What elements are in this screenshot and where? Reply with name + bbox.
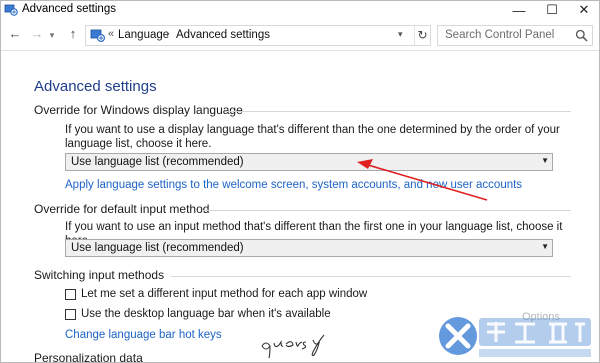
navigation-bar: ← → ▾ ↑ « Language › Advanced settings ▾… xyxy=(1,19,599,51)
minimize-button[interactable]: — xyxy=(504,1,534,19)
address-bar[interactable]: « Language › Advanced settings ▾ ↻ xyxy=(85,25,431,46)
language-bar-label[interactable]: Use the desktop language bar when it's a… xyxy=(81,308,331,320)
page-title: Advanced settings xyxy=(34,78,157,95)
section-divider xyxy=(171,276,571,277)
checkbox-unchecked[interactable] xyxy=(65,289,76,300)
recent-locations-dropdown[interactable]: ▾ xyxy=(47,30,57,48)
apply-language-settings-link[interactable]: Apply language settings to the welcome s… xyxy=(65,179,522,191)
handwritten-signature xyxy=(261,334,325,359)
breadcrumb-overflow-icon[interactable]: « xyxy=(108,28,114,40)
breadcrumb-language[interactable]: Language xyxy=(118,29,169,41)
display-language-select[interactable]: Use language list (recommended) ▼ xyxy=(65,153,553,171)
input-method-select[interactable]: Use language list (recommended) ▼ xyxy=(65,239,553,257)
search-icon[interactable] xyxy=(575,29,588,42)
title-bar: Advanced settings — ☐ ✕ xyxy=(1,1,599,19)
back-button[interactable]: ← xyxy=(7,26,23,44)
maximize-button[interactable]: ☐ xyxy=(537,1,567,19)
per-app-input-label[interactable]: Let me set a different input method for … xyxy=(81,288,367,300)
search-input[interactable]: Search Control Panel xyxy=(437,25,593,46)
close-button[interactable]: ✕ xyxy=(569,1,599,19)
window-title: Advanced settings xyxy=(22,3,116,15)
input-method-heading: Override for default input method xyxy=(34,202,210,216)
input-method-selected-value: Use language list (recommended) xyxy=(71,242,244,254)
section-divider xyxy=(203,210,571,211)
chevron-down-icon: ▼ xyxy=(541,156,549,165)
address-dropdown-icon[interactable]: ▾ xyxy=(398,29,403,40)
chevron-down-icon: ▼ xyxy=(541,242,549,251)
site-watermark xyxy=(433,310,599,362)
search-placeholder: Search Control Panel xyxy=(445,29,555,41)
breadcrumb-separator-icon[interactable]: › xyxy=(166,28,170,40)
display-language-heading: Override for Windows display language xyxy=(34,103,243,117)
watermark-logo-icon xyxy=(439,317,477,355)
personalization-heading: Personalization data xyxy=(34,351,143,363)
display-language-description: If you want to use a display language th… xyxy=(65,124,560,150)
control-panel-icon xyxy=(4,4,18,16)
change-hot-keys-link[interactable]: Change language bar hot keys xyxy=(65,329,222,341)
up-button[interactable]: ↑ xyxy=(65,26,81,44)
refresh-button[interactable]: ↻ xyxy=(414,26,430,45)
watermark-text-mark xyxy=(479,318,591,357)
control-panel-icon xyxy=(90,29,105,42)
switching-heading: Switching input methods xyxy=(34,268,165,282)
forward-button[interactable]: → xyxy=(29,26,45,44)
breadcrumb-advanced-settings[interactable]: Advanced settings xyxy=(176,29,270,41)
window: Advanced settings — ☐ ✕ ← → ▾ ↑ « Langua… xyxy=(0,0,600,363)
section-divider xyxy=(225,111,571,112)
display-language-selected-value: Use language list (recommended) xyxy=(71,156,244,168)
content-pane: Advanced settings Override for Windows d… xyxy=(1,52,599,363)
checkbox-unchecked[interactable] xyxy=(65,309,76,320)
